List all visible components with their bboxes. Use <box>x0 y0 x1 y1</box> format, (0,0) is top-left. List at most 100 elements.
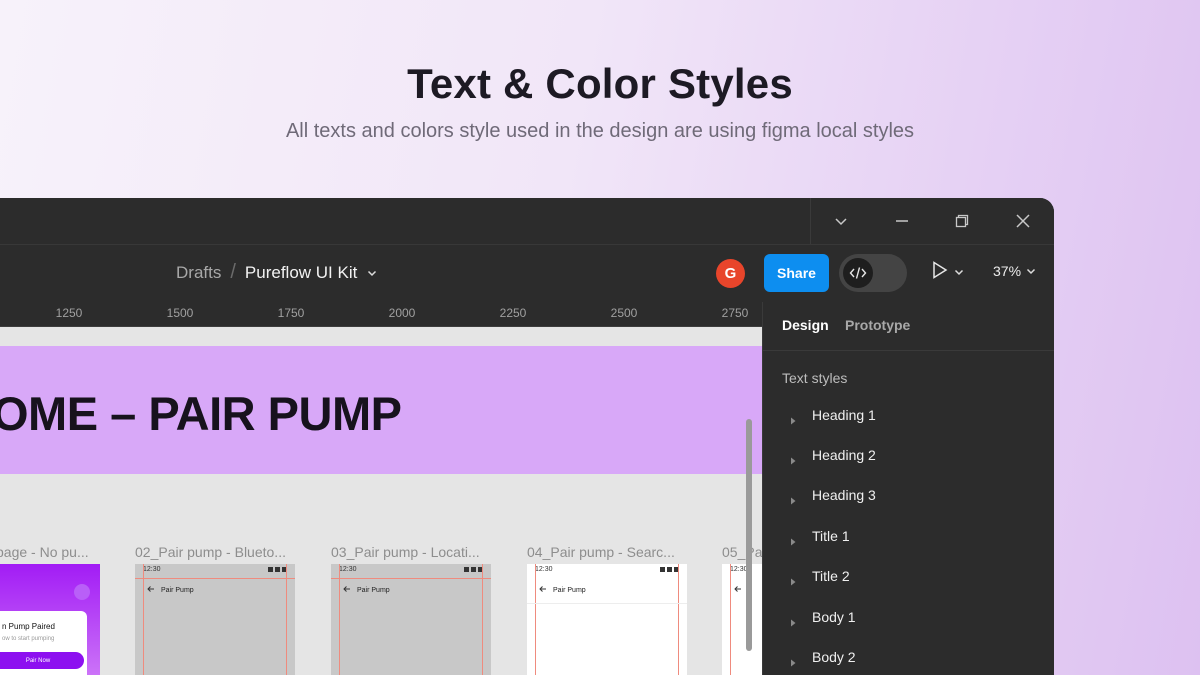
nav-title: Pair Pump <box>161 586 194 594</box>
ruler-label: 2250 <box>499 306 527 320</box>
layout-guide <box>482 564 483 675</box>
frame-next[interactable]: 12:30 <box>722 564 762 675</box>
ruler-label: 2000 <box>388 306 416 320</box>
dev-mode-toggle[interactable] <box>839 254 907 292</box>
frame-location[interactable]: 12:30 Pair Pump <box>331 564 491 675</box>
ruler-label: 1750 <box>277 306 305 320</box>
section-banner[interactable]: OME – PAIR PUMP <box>0 346 762 474</box>
canvas-scrollbar[interactable] <box>746 419 752 651</box>
layout-guide <box>339 564 340 675</box>
nav-bar: Pair Pump <box>343 585 390 595</box>
nav-bar: Pair Pump <box>539 585 586 595</box>
frame-label[interactable]: 04_Pair pump - Searc... <box>527 544 675 560</box>
text-style-item[interactable]: Heading 3 <box>763 478 1054 514</box>
code-icon <box>843 258 873 288</box>
toolbar: Drafts / Pureflow UI Kit G Share 37% <box>0 244 1054 303</box>
bluetooth-icon <box>74 584 90 600</box>
ruler-label: 2500 <box>610 306 638 320</box>
breadcrumb-drafts[interactable]: Drafts <box>176 263 221 283</box>
layout-guide <box>331 578 491 579</box>
back-arrow-icon <box>147 585 155 595</box>
chevron-down-icon <box>954 264 964 282</box>
card-subtitle: ow to start pumping <box>2 636 55 642</box>
text-style-label: Heading 3 <box>812 487 876 503</box>
title-bar <box>0 198 1054 244</box>
restore-icon[interactable] <box>947 206 977 236</box>
nav-bar <box>734 585 742 595</box>
caret-right-icon <box>790 533 796 551</box>
zoom-level: 37% <box>993 263 1022 279</box>
text-style-label: Title 2 <box>812 568 850 584</box>
share-button[interactable]: Share <box>764 254 829 292</box>
nav-title: Pair Pump <box>553 586 586 594</box>
ruler-label: 2750 <box>721 306 749 320</box>
hero-title: Text & Color Styles <box>407 60 793 107</box>
present-button[interactable] <box>932 261 964 284</box>
frame-label[interactable]: 05_Pa <box>722 544 762 560</box>
frame-search[interactable]: 12:30 Pair Pump <box>527 564 687 675</box>
design-canvas[interactable]: 1250 1500 1750 2000 2250 2500 2750 OME –… <box>0 302 762 675</box>
back-arrow-icon <box>539 585 547 595</box>
divider <box>527 603 687 604</box>
caret-right-icon <box>790 573 796 591</box>
caret-right-icon <box>790 492 796 510</box>
figma-window: Drafts / Pureflow UI Kit G Share 37% 125… <box>0 198 1054 675</box>
text-style-label: Heading 2 <box>812 447 876 463</box>
frame-label[interactable]: 02_Pair pump - Blueto... <box>135 544 286 560</box>
nav-title: Pair Pump <box>357 586 390 594</box>
text-style-item[interactable]: Body 1 <box>763 600 1054 636</box>
status-time: 12:30 <box>535 566 553 573</box>
file-name[interactable]: Pureflow UI Kit <box>245 263 357 283</box>
breadcrumb-separator: / <box>230 261 236 283</box>
text-style-label: Heading 1 <box>812 407 876 423</box>
back-arrow-icon <box>734 585 742 595</box>
caret-right-icon <box>790 452 796 470</box>
text-style-label: Body 1 <box>812 609 856 625</box>
back-arrow-icon <box>343 585 351 595</box>
chevron-down-icon <box>1026 263 1036 279</box>
minimize-icon[interactable] <box>887 206 917 236</box>
card-title: n Pump Paired <box>2 622 55 631</box>
chevron-down-icon[interactable] <box>367 268 377 278</box>
hero-subtitle: All texts and colors style used in the d… <box>285 120 915 142</box>
tab-design[interactable]: Design <box>782 317 829 333</box>
frame-bluetooth[interactable]: 12:30 Pair Pump <box>135 564 295 675</box>
layout-guide <box>730 564 731 675</box>
title-bar-divider <box>810 198 811 244</box>
properties-panel: Design Prototype Text styles Heading 1 H… <box>762 302 1054 675</box>
frame-label[interactable]: 03_Pair pump - Locati... <box>331 544 480 560</box>
text-style-item[interactable]: Title 2 <box>763 559 1054 595</box>
ruler-label: 1500 <box>166 306 194 320</box>
horizontal-ruler: 1250 1500 1750 2000 2250 2500 2750 <box>0 302 762 327</box>
frame-paired[interactable]: n Pump Paired ow to start pumping Pair N… <box>0 564 100 675</box>
text-style-item[interactable]: Heading 2 <box>763 438 1054 474</box>
status-icons <box>464 567 483 572</box>
caret-right-icon <box>790 412 796 430</box>
caret-right-icon <box>790 614 796 632</box>
status-time: 12:30 <box>143 566 161 573</box>
nav-bar: Pair Pump <box>147 585 194 595</box>
chevron-down-icon[interactable] <box>826 206 856 236</box>
close-icon[interactable] <box>1008 206 1038 236</box>
pair-now-button: Pair Now <box>0 652 84 669</box>
avatar[interactable]: G <box>716 259 745 288</box>
layout-guide <box>535 564 536 675</box>
text-styles-heading: Text styles <box>782 370 848 386</box>
text-style-item[interactable]: Title 1 <box>763 519 1054 555</box>
layout-guide <box>286 564 287 675</box>
layout-guide <box>678 564 679 675</box>
caret-right-icon <box>790 654 796 672</box>
tab-prototype[interactable]: Prototype <box>845 317 910 333</box>
banner-title: OME – PAIR PUMP <box>0 387 402 440</box>
status-time: 12:30 <box>730 566 748 573</box>
layout-guide <box>135 578 295 579</box>
frame-label[interactable]: page - No pu... <box>0 544 89 560</box>
status-time: 12:30 <box>339 566 357 573</box>
text-style-item[interactable]: Body 2 <box>763 640 1054 675</box>
breadcrumb: Drafts / Pureflow UI Kit <box>176 261 377 284</box>
ruler-label: 1250 <box>55 306 83 320</box>
panel-tabs: Design Prototype <box>763 302 1054 351</box>
status-icons <box>268 567 287 572</box>
text-style-item[interactable]: Heading 1 <box>763 398 1054 434</box>
zoom-menu[interactable]: 37% <box>993 263 1036 279</box>
